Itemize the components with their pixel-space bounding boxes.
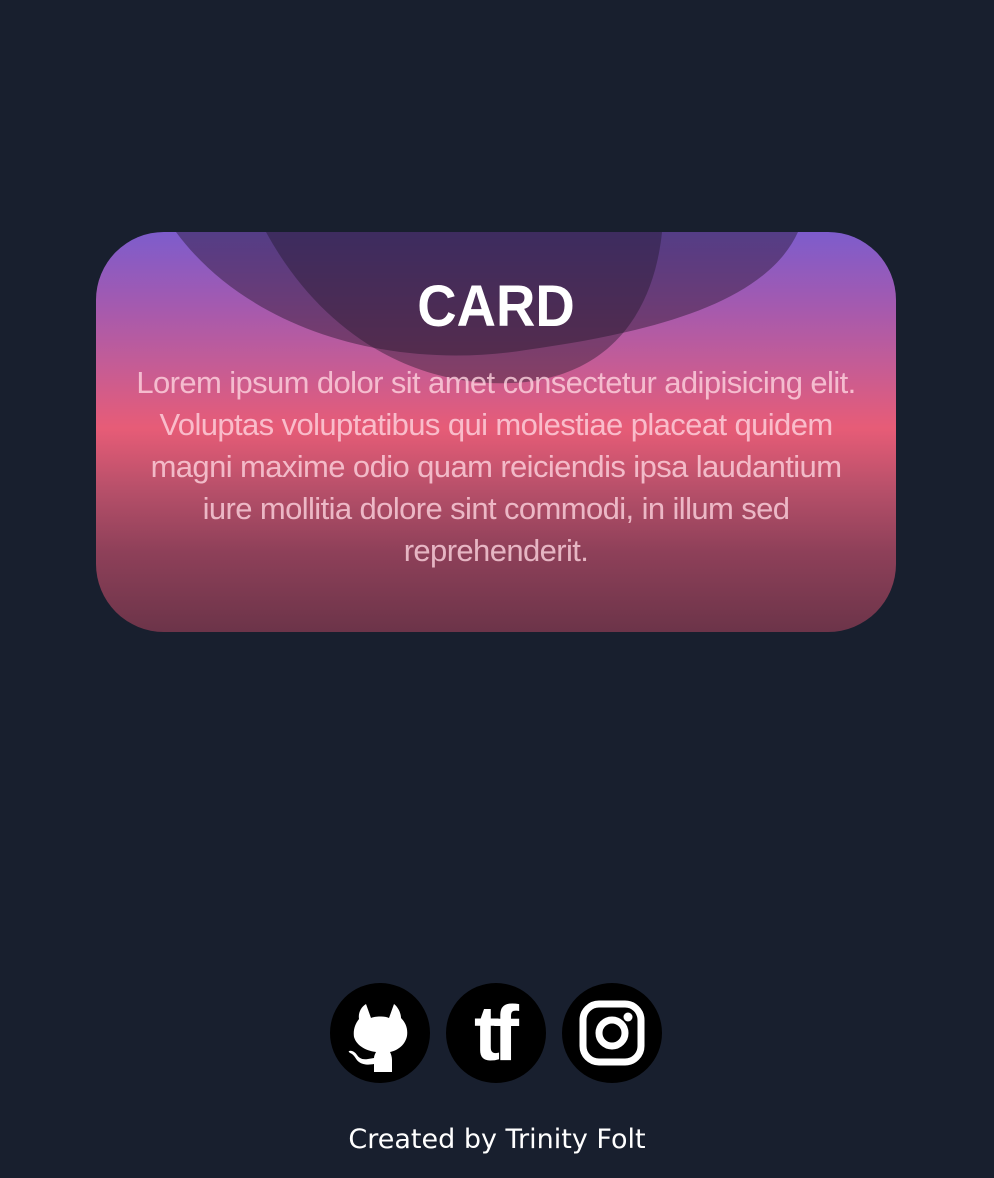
instagram-icon (579, 1000, 645, 1066)
instagram-link[interactable] (562, 983, 662, 1083)
page: CARD Lorem ipsum dolor sit amet consecte… (0, 0, 994, 1178)
social-links: tf (330, 983, 664, 1083)
card-body-text: Lorem ipsum dolor sit amet consectetur a… (136, 365, 856, 568)
footer-credit: Created by Trinity Folt (348, 1124, 646, 1155)
card-title: CARD (417, 274, 575, 339)
github-icon (348, 1004, 408, 1072)
github-link[interactable] (330, 983, 430, 1083)
tf-link[interactable]: tf (446, 983, 546, 1083)
tf-logo-icon: tf (474, 989, 519, 1077)
card: CARD Lorem ipsum dolor sit amet consecte… (96, 232, 896, 632)
